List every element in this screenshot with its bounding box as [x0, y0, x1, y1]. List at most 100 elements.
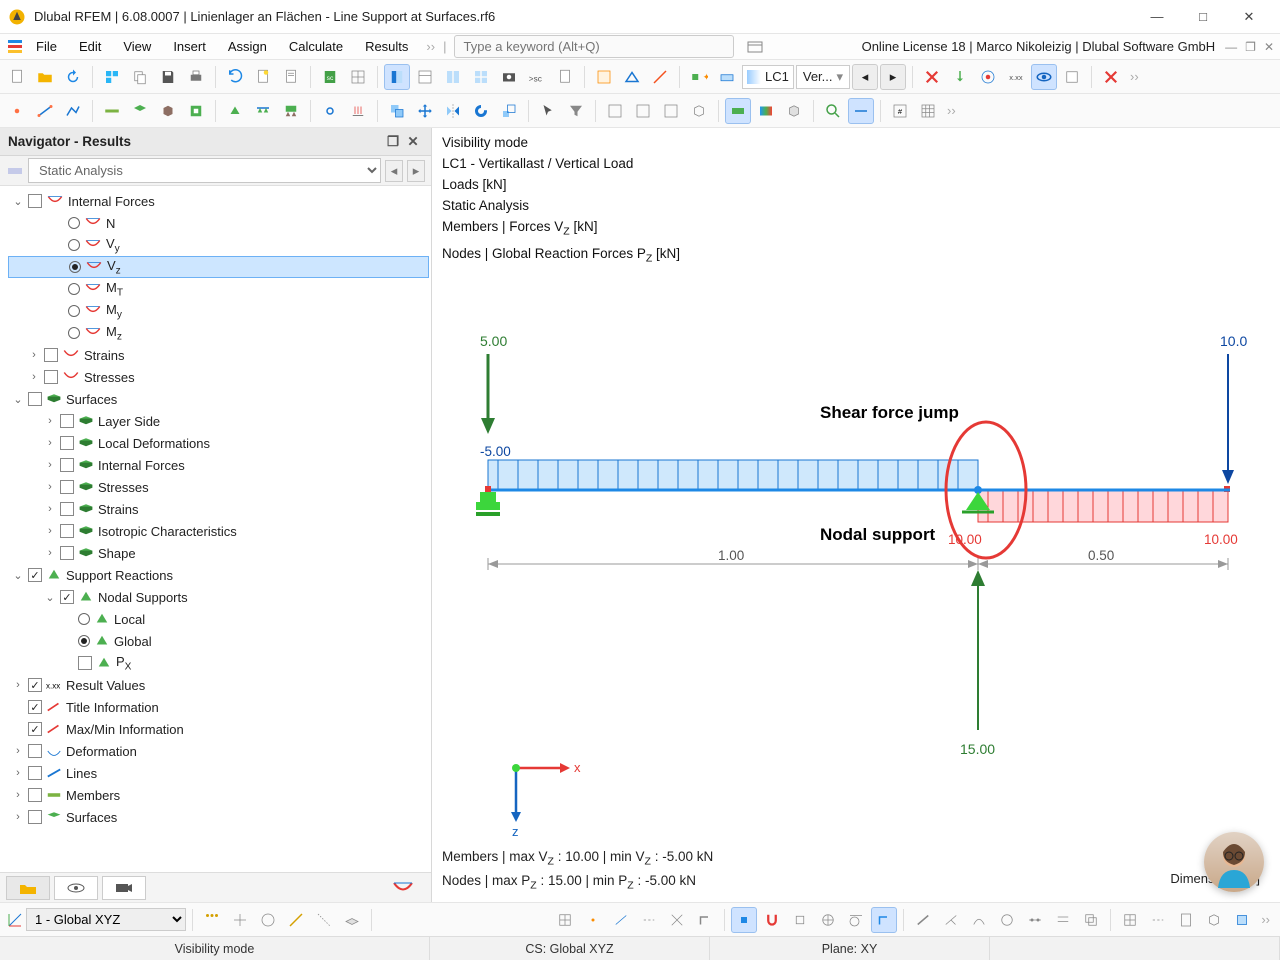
mdi-minimize-icon[interactable]: ― [1225, 40, 1237, 54]
snap-lines-button[interactable] [283, 907, 309, 933]
close-button[interactable]: ✕ [1226, 1, 1272, 33]
tree-maxmin[interactable]: ✓Max/Min Information [8, 718, 429, 740]
filter-tool[interactable] [563, 98, 589, 124]
tool-draw-arc[interactable] [966, 907, 992, 933]
tree-title-info[interactable]: ✓Title Information [8, 696, 429, 718]
polar-button[interactable] [255, 907, 281, 933]
save-button[interactable] [155, 64, 181, 90]
help-icon[interactable] [746, 38, 764, 56]
tree-strains[interactable]: ›Strains [8, 344, 429, 366]
show-loads-button[interactable] [947, 64, 973, 90]
tool-draw-line[interactable] [910, 907, 936, 933]
navigator-close-button[interactable]: ✕ [403, 132, 423, 152]
nav-tab-results[interactable] [381, 876, 425, 900]
mdi-restore-icon[interactable]: ❐ [1245, 40, 1256, 54]
tree-result-values[interactable]: ›✓x.xxResult Values [8, 674, 429, 696]
line-tool[interactable] [32, 98, 58, 124]
navigator-undock-button[interactable]: ❐ [383, 132, 403, 152]
delete-results-button[interactable] [919, 64, 945, 90]
open-button[interactable] [32, 64, 58, 90]
member-load-tool[interactable] [345, 98, 371, 124]
undo-button[interactable] [222, 64, 248, 90]
tree-members[interactable]: ›Members [8, 784, 429, 806]
lc-prev-button[interactable]: ◂ [852, 64, 878, 90]
lc-next-button[interactable]: ▸ [880, 64, 906, 90]
tree-surf-2[interactable]: ›Internal Forces [8, 454, 429, 476]
tree-stresses[interactable]: ›Stresses [8, 366, 429, 388]
model-check-button[interactable] [619, 64, 645, 90]
opening-tool[interactable] [183, 98, 209, 124]
render-wire-button[interactable] [781, 98, 807, 124]
block-manager-button[interactable] [99, 64, 125, 90]
osnap-center-button[interactable] [787, 907, 813, 933]
app-menu-icon[interactable] [6, 38, 24, 56]
tree-px[interactable]: PX [8, 652, 429, 674]
tree-surf-1[interactable]: ›Local Deformations [8, 432, 429, 454]
tree-global[interactable]: Global [8, 630, 429, 652]
tool-draw-perp[interactable] [938, 907, 964, 933]
radio-button[interactable] [68, 327, 80, 339]
tool-grid2[interactable] [1117, 907, 1143, 933]
lc-open-button[interactable] [714, 64, 740, 90]
hinge-tool[interactable] [317, 98, 343, 124]
view-z-button[interactable] [658, 98, 684, 124]
results-tree[interactable]: ⌄ Internal Forces NVyVzMTMyMz ›Strains ›… [0, 186, 431, 872]
tool-object-snap[interactable] [1229, 907, 1255, 933]
tree-if-3[interactable]: MT [8, 278, 429, 300]
osnap-point-button[interactable] [580, 907, 606, 933]
radio-button[interactable] [68, 239, 80, 251]
tree-if-5[interactable]: Mz [8, 322, 429, 344]
menu-view[interactable]: View [113, 36, 161, 57]
grid-snap-button[interactable] [199, 907, 225, 933]
osnap-node-button[interactable] [871, 907, 897, 933]
tree-local[interactable]: Local [8, 608, 429, 630]
nav-tab-data[interactable] [6, 876, 50, 900]
tree-internal-forces[interactable]: ⌄ Internal Forces [8, 190, 429, 212]
result-filter-button[interactable] [1059, 64, 1085, 90]
tree-support-reactions[interactable]: ⌄✓Support Reactions [8, 564, 429, 586]
line-support-tool[interactable] [250, 98, 276, 124]
osnap-line-button[interactable] [608, 907, 634, 933]
tree-if-4[interactable]: My [8, 300, 429, 322]
snap-guide-button[interactable] [311, 907, 337, 933]
render-solid-button[interactable] [725, 98, 751, 124]
radio-button[interactable] [68, 305, 80, 317]
tool-offset[interactable] [1078, 907, 1104, 933]
script-button[interactable]: >sc [524, 64, 550, 90]
view-table-button[interactable] [412, 64, 438, 90]
view-navigator-button[interactable] [384, 64, 410, 90]
tree-surf-5[interactable]: ›Isotropic Characteristics [8, 520, 429, 542]
redo-button[interactable] [250, 64, 276, 90]
tool-axis[interactable] [1145, 907, 1171, 933]
tool-parallel[interactable] [1050, 907, 1076, 933]
menu-edit[interactable]: Edit [69, 36, 111, 57]
menu-calculate[interactable]: Calculate [279, 36, 353, 57]
copy-tool[interactable] [384, 98, 410, 124]
osnap-end-button[interactable] [731, 907, 757, 933]
nav-tab-views[interactable] [102, 876, 146, 900]
surface-tool[interactable] [127, 98, 153, 124]
result-values-button[interactable]: x.xx [1003, 64, 1029, 90]
tree-surf-0[interactable]: ›Layer Side [8, 410, 429, 432]
coord-system-select[interactable]: 1 - Global XYZ [26, 908, 186, 931]
toolbar2-overflow-icon[interactable]: ›› [943, 103, 960, 118]
tree-deformation[interactable]: ›Deformation [8, 740, 429, 762]
workplane-button[interactable] [339, 907, 365, 933]
results-dist-button[interactable] [975, 64, 1001, 90]
menu-insert[interactable]: Insert [163, 36, 216, 57]
close-red-button[interactable] [1098, 64, 1124, 90]
loadcase-combo[interactable]: LC1 [742, 65, 794, 89]
report-button[interactable] [278, 64, 304, 90]
numbering-button[interactable]: # [887, 98, 913, 124]
rotate-tool[interactable] [468, 98, 494, 124]
tree-surf-6[interactable]: ›Shape [8, 542, 429, 564]
screenshot-button[interactable] [496, 64, 522, 90]
minimize-button[interactable]: ― [1134, 1, 1180, 33]
tree-surf-3[interactable]: ›Stresses [8, 476, 429, 498]
view-4split-button[interactable] [468, 64, 494, 90]
menu-file[interactable]: File [26, 36, 67, 57]
radio-button[interactable] [68, 283, 80, 295]
nav-tab-display[interactable] [54, 876, 98, 900]
toolbar-overflow-icon[interactable]: ›› [1126, 69, 1143, 84]
nodal-support-tool[interactable] [222, 98, 248, 124]
